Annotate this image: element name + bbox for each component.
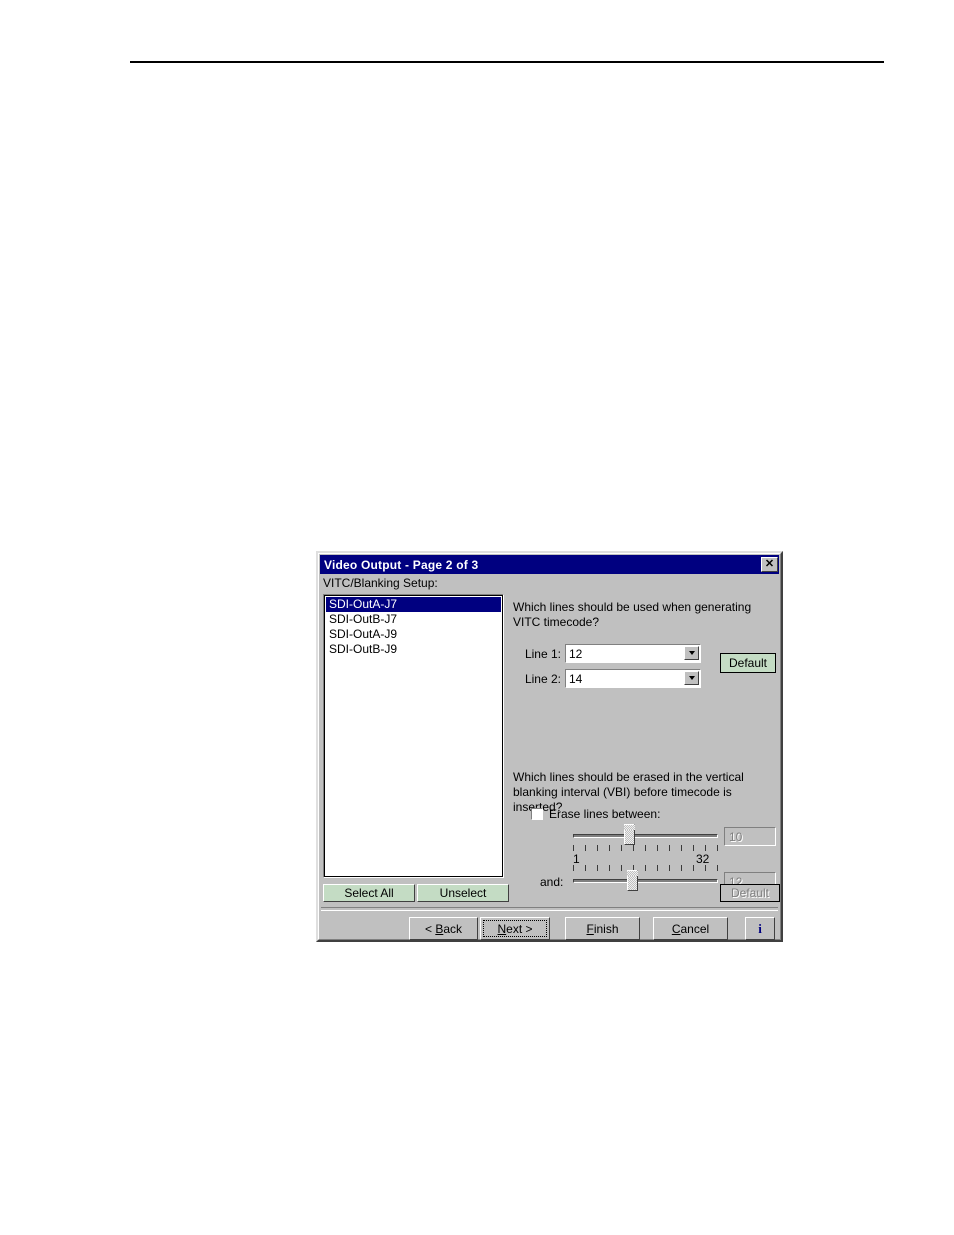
close-icon[interactable]: ✕ xyxy=(761,557,778,572)
list-item[interactable]: SDI-OutB-J7 xyxy=(326,612,501,627)
slider-tick xyxy=(645,845,646,851)
select-all-button[interactable]: Select All xyxy=(323,884,415,902)
list-item[interactable]: SDI-OutA-J7 xyxy=(326,597,501,612)
finish-button-label: Finish xyxy=(586,921,619,936)
line2-label: Line 2: xyxy=(524,671,561,686)
slider-tick xyxy=(669,865,670,871)
slider-tick xyxy=(597,865,598,871)
cancel-button-label: Cancel xyxy=(671,921,710,936)
finish-button[interactable]: Finish xyxy=(565,917,640,940)
slider-tick xyxy=(573,865,574,871)
slider-tick xyxy=(633,845,634,851)
next-button-label: Next > xyxy=(497,921,533,936)
unselect-button[interactable]: Unselect xyxy=(417,884,509,902)
cancel-button[interactable]: Cancel xyxy=(653,917,728,940)
list-item[interactable]: SDI-OutB-J9 xyxy=(326,642,501,657)
vitc-default-button[interactable]: Default xyxy=(720,653,776,673)
slider-tick xyxy=(705,865,706,871)
info-button[interactable]: i xyxy=(745,917,775,940)
next-button[interactable]: Next > xyxy=(480,917,550,940)
vitc-blanking-setup-label: VITC/Blanking Setup: xyxy=(323,576,438,590)
slider-tick xyxy=(717,845,718,851)
chevron-down-icon[interactable] xyxy=(684,646,699,660)
erase-lines-checkbox[interactable] xyxy=(531,808,543,820)
nav-separator xyxy=(321,907,778,911)
slider-from-ticks xyxy=(573,845,718,851)
back-button-label: < Back xyxy=(424,921,463,936)
dialog-body: VITC/Blanking Setup: SDI-OutA-J7 SDI-Out… xyxy=(320,574,780,940)
slider-from-value-field: 10 xyxy=(724,827,776,846)
slider-tick xyxy=(693,845,694,851)
slider-to-track[interactable] xyxy=(573,879,718,883)
erase-lines-label: Erase lines between: xyxy=(549,807,661,821)
slider-tick xyxy=(573,845,574,851)
slider-min-label: 1 xyxy=(573,852,580,866)
slider-tick xyxy=(693,865,694,871)
and-label: and: xyxy=(540,875,564,889)
line2-value: 14 xyxy=(569,671,583,686)
back-button[interactable]: < Back xyxy=(409,917,478,940)
line1-combobox[interactable]: 12 xyxy=(565,644,701,663)
dialog-titlebar: Video Output - Page 2 of 3 ✕ xyxy=(320,555,779,574)
slider-from-track[interactable] xyxy=(573,834,718,838)
slider-tick xyxy=(657,865,658,871)
line1-label: Line 1: xyxy=(524,646,561,661)
line2-row: Line 2: 14 xyxy=(513,669,701,688)
line2-combobox[interactable]: 14 xyxy=(565,669,701,688)
vitc-question-text: Which lines should be used when generati… xyxy=(513,600,752,629)
vbi-default-button: Default xyxy=(720,884,780,902)
page-header-rule xyxy=(130,61,884,63)
slider-tick xyxy=(621,865,622,871)
slider-tick xyxy=(585,845,586,851)
dialog-title: Video Output - Page 2 of 3 xyxy=(324,557,479,572)
slider-from-thumb[interactable] xyxy=(623,824,635,845)
slider-tick xyxy=(681,865,682,871)
slider-tick xyxy=(705,845,706,851)
line1-value: 12 xyxy=(569,646,583,661)
slider-tick xyxy=(681,845,682,851)
slider-max-label: 32 xyxy=(696,852,710,866)
output-listbox[interactable]: SDI-OutA-J7 SDI-OutB-J7 SDI-OutA-J9 SDI-… xyxy=(323,594,504,878)
chevron-down-icon[interactable] xyxy=(684,671,699,685)
slider-to-ticks xyxy=(573,865,718,871)
slider-to-thumb[interactable] xyxy=(626,870,638,891)
output-listbox-scroll: SDI-OutA-J7 SDI-OutB-J7 SDI-OutA-J9 SDI-… xyxy=(326,597,501,875)
list-item[interactable]: SDI-OutA-J9 xyxy=(326,627,501,642)
slider-tick xyxy=(597,845,598,851)
slider-tick xyxy=(609,845,610,851)
video-output-dialog: Video Output - Page 2 of 3 ✕ VITC/Blanki… xyxy=(316,551,783,942)
line1-row: Line 1: 12 xyxy=(513,644,701,663)
erase-lines-row: Erase lines between: xyxy=(531,807,660,821)
slider-tick xyxy=(657,845,658,851)
slider-tick xyxy=(717,865,718,871)
slider-tick xyxy=(609,865,610,871)
slider-tick xyxy=(621,845,622,851)
slider-tick xyxy=(645,865,646,871)
slider-tick xyxy=(669,845,670,851)
slider-tick xyxy=(585,865,586,871)
info-icon: i xyxy=(758,920,762,936)
